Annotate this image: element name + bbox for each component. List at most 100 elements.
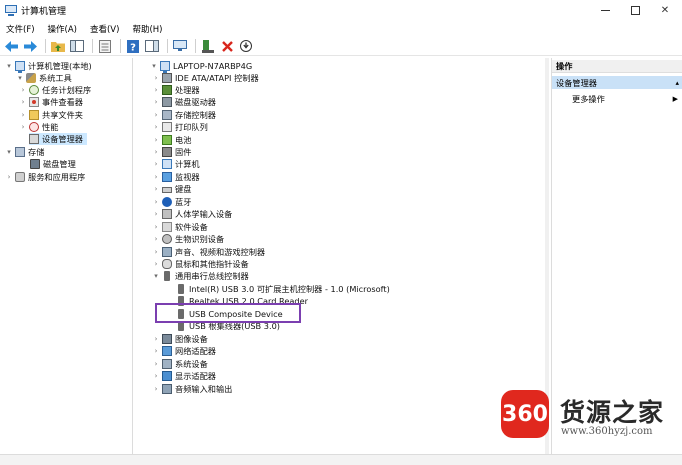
device-category[interactable]: › 网络适配器 bbox=[152, 345, 216, 357]
device-category[interactable]: › 蓝牙 bbox=[152, 196, 191, 208]
device-category-label: IDE ATA/ATAPI 控制器 bbox=[175, 73, 259, 83]
audio-icon bbox=[162, 384, 172, 394]
shared-folder-icon bbox=[29, 110, 39, 120]
collapse-icon[interactable]: ▾ bbox=[5, 60, 13, 72]
device-category[interactable]: › 人体学输入设备 bbox=[152, 208, 232, 220]
expand-icon[interactable]: › bbox=[19, 121, 27, 133]
expand-icon[interactable]: › bbox=[152, 158, 160, 170]
device-category[interactable]: › 处理器 bbox=[152, 84, 200, 96]
monitor-button[interactable] bbox=[172, 38, 188, 54]
tree-item-task-scheduler[interactable]: › 任务计划程序 bbox=[19, 84, 91, 96]
expand-icon[interactable]: › bbox=[152, 72, 160, 84]
device-category[interactable]: › 鼠标和其他指针设备 bbox=[152, 258, 249, 270]
toolbar-separator bbox=[167, 39, 168, 53]
device-tree-root[interactable]: ▾ LAPTOP-N7ARBP4G bbox=[150, 60, 252, 73]
uninstall-button[interactable] bbox=[219, 38, 235, 54]
device-category[interactable]: › 软件设备 bbox=[152, 221, 208, 233]
expand-icon[interactable]: › bbox=[152, 258, 160, 270]
expand-icon[interactable]: › bbox=[152, 208, 160, 220]
device-manager-icon bbox=[29, 134, 39, 144]
properties-button[interactable] bbox=[97, 38, 113, 54]
tree-item-storage[interactable]: ▾ 存储 bbox=[5, 146, 44, 158]
menu-help[interactable]: 帮助(H) bbox=[132, 23, 162, 35]
expand-icon[interactable]: › bbox=[152, 121, 160, 133]
watermark-brand: 货源之家 bbox=[560, 398, 665, 427]
tree-item-computer-management[interactable]: ▾ 计算机管理(本地) bbox=[5, 60, 92, 73]
expand-icon[interactable]: › bbox=[19, 109, 27, 121]
toolbar-separator bbox=[195, 39, 196, 53]
expand-icon[interactable]: › bbox=[152, 345, 160, 357]
tree-item-event-viewer[interactable]: › 事件查看器 bbox=[19, 96, 83, 108]
close-button[interactable]: ✕ bbox=[650, 0, 680, 21]
expand-icon[interactable]: › bbox=[152, 358, 160, 370]
window-title: 计算机管理 bbox=[21, 7, 67, 17]
collapse-icon[interactable]: ▾ bbox=[5, 146, 13, 158]
expand-icon[interactable]: › bbox=[152, 171, 160, 183]
expand-icon[interactable]: › bbox=[152, 109, 160, 121]
expand-icon[interactable]: › bbox=[152, 183, 160, 195]
device-category[interactable]: › 声音、视频和游戏控制器 bbox=[152, 246, 265, 258]
show-hide-tree-button[interactable] bbox=[69, 38, 85, 54]
help-button[interactable]: ? bbox=[125, 38, 141, 54]
expand-icon[interactable]: › bbox=[19, 96, 27, 108]
device-category[interactable]: › 计算机 bbox=[152, 158, 200, 170]
collapse-icon[interactable]: ▾ bbox=[150, 60, 158, 72]
device-category[interactable]: › 电池 bbox=[152, 134, 191, 146]
expand-icon[interactable]: › bbox=[152, 84, 160, 96]
expand-icon[interactable]: › bbox=[152, 233, 160, 245]
actions-section-device-manager[interactable]: 设备管理器 ▴ bbox=[552, 76, 682, 89]
collapse-icon[interactable]: ▾ bbox=[16, 72, 24, 84]
expand-icon[interactable]: › bbox=[152, 146, 160, 158]
device-category[interactable]: › 监视器 bbox=[152, 171, 200, 183]
device-category[interactable]: › 磁盘驱动器 bbox=[152, 96, 216, 108]
collapse-icon[interactable]: ▾ bbox=[152, 270, 160, 282]
minimize-button[interactable] bbox=[590, 0, 620, 21]
update-driver-button[interactable] bbox=[200, 38, 216, 54]
expand-icon[interactable]: › bbox=[152, 134, 160, 146]
device-category[interactable]: › 键盘 bbox=[152, 183, 192, 195]
expand-icon[interactable]: › bbox=[152, 383, 160, 395]
device-category[interactable]: › IDE ATA/ATAPI 控制器 bbox=[152, 72, 259, 84]
tree-item-services-apps[interactable]: › 服务和应用程序 bbox=[5, 171, 85, 183]
expand-icon[interactable]: › bbox=[152, 333, 160, 345]
collapse-up-icon[interactable]: ▴ bbox=[675, 79, 679, 87]
tree-item-shared-folders[interactable]: › 共享文件夹 bbox=[19, 109, 83, 121]
tree-item-label: 共享文件夹 bbox=[42, 110, 83, 120]
action-pane-button[interactable] bbox=[144, 38, 160, 54]
more-actions-item[interactable]: 更多操作 ▶ bbox=[572, 93, 682, 105]
device-category[interactable]: › 图像设备 bbox=[152, 333, 208, 345]
tree-item-disk-management[interactable]: 磁盘管理 bbox=[30, 158, 76, 170]
up-level-button[interactable] bbox=[50, 38, 66, 54]
device-category[interactable]: › 打印队列 bbox=[152, 121, 208, 133]
enable-device-button[interactable] bbox=[238, 38, 254, 54]
device-category[interactable]: › 显示适配器 bbox=[152, 370, 216, 382]
device-category[interactable]: › 系统设备 bbox=[152, 358, 208, 370]
expand-icon[interactable]: › bbox=[152, 221, 160, 233]
maximize-button[interactable] bbox=[620, 0, 650, 21]
menu-view[interactable]: 查看(V) bbox=[90, 23, 119, 35]
expand-icon[interactable]: › bbox=[152, 196, 160, 208]
forward-button[interactable] bbox=[22, 38, 38, 54]
device-category[interactable]: › 固件 bbox=[152, 146, 191, 158]
expand-icon[interactable]: › bbox=[19, 84, 27, 96]
tree-item-label: 任务计划程序 bbox=[42, 85, 92, 95]
expand-icon[interactable]: › bbox=[152, 246, 160, 258]
back-button[interactable] bbox=[3, 38, 19, 54]
menu-action[interactable]: 操作(A) bbox=[48, 23, 77, 35]
menu-file[interactable]: 文件(F) bbox=[6, 23, 35, 35]
expand-icon[interactable]: › bbox=[152, 96, 160, 108]
device-category[interactable]: › 音频输入和输出 bbox=[152, 383, 232, 395]
expand-icon[interactable]: › bbox=[5, 171, 13, 183]
tree-item-label: 事件查看器 bbox=[42, 97, 83, 107]
device-category-usb[interactable]: ▾ 通用串行总线控制器 bbox=[152, 270, 249, 282]
device-category-label: 键盘 bbox=[175, 184, 192, 194]
device-category[interactable]: › 生物识别设备 bbox=[152, 233, 224, 245]
device-category[interactable]: › 存储控制器 bbox=[152, 109, 216, 121]
processor-icon bbox=[162, 85, 172, 95]
tree-item-performance[interactable]: › 性能 bbox=[19, 121, 58, 133]
watermark-logo: 360 bbox=[501, 390, 549, 438]
tree-item-system-tools[interactable]: ▾ 系统工具 bbox=[16, 72, 72, 84]
usb-device-item[interactable]: Intel(R) USB 3.0 可扩展主机控制器 - 1.0 (Microso… bbox=[176, 283, 390, 295]
tree-item-device-manager[interactable]: 设备管理器 bbox=[29, 133, 87, 145]
expand-icon[interactable]: › bbox=[152, 370, 160, 382]
